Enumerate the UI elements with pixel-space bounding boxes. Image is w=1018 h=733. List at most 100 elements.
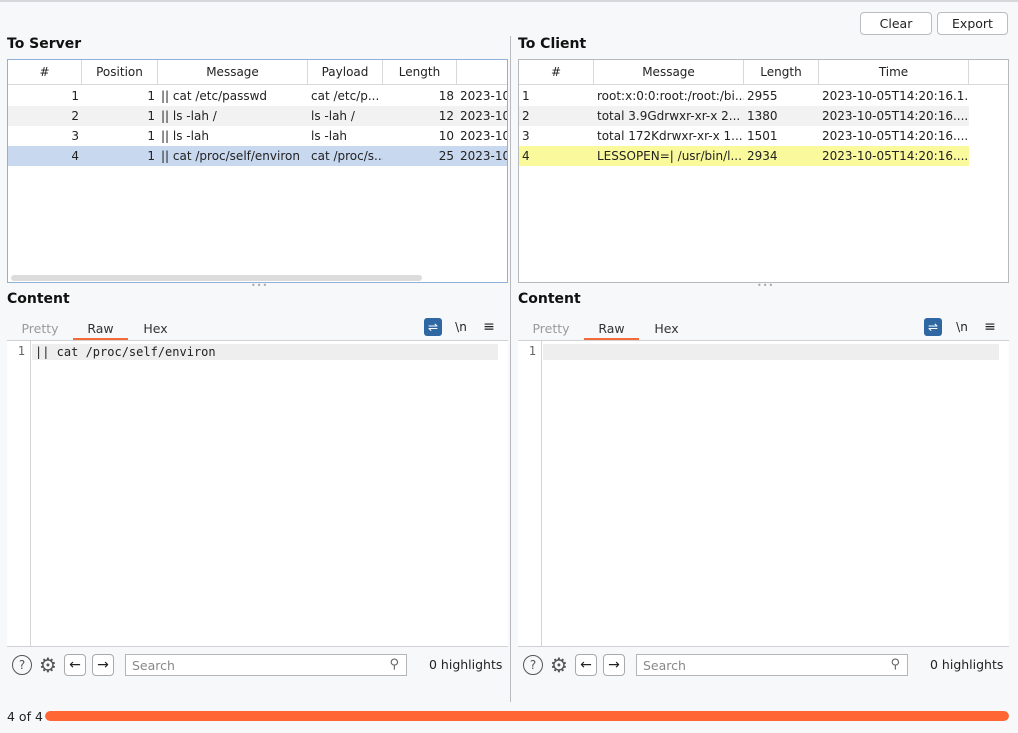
col-num[interactable]: # (8, 60, 82, 85)
tab-hex[interactable]: Hex (128, 318, 183, 340)
progress-label: 4 of 4 (7, 709, 43, 724)
col-length[interactable]: Length (383, 60, 457, 85)
clear-button[interactable]: Clear (860, 12, 932, 35)
cell-position: 1 (147, 129, 155, 143)
table-row-highlighted[interactable]: 4 LESSOPEN=| /usr/bin/l... 2934 2023-10-… (519, 146, 969, 166)
cell-num: 4 (522, 149, 530, 163)
highlights-count: 0 highlights (930, 657, 1004, 672)
cell-num: 1 (71, 89, 79, 103)
left-content-title: Content (7, 291, 70, 307)
newline-toggle[interactable]: \n (953, 318, 971, 336)
previous-arrow-icon[interactable]: ← (575, 654, 597, 676)
gear-icon[interactable]: ⚙ (548, 653, 570, 677)
current-line-highlight (543, 344, 999, 360)
line-number: 1 (528, 344, 536, 358)
splitter-grip[interactable]: ••• (251, 281, 268, 290)
next-arrow-icon[interactable]: → (603, 654, 625, 676)
newline-toggle[interactable]: \n (452, 318, 470, 336)
cell-time: 2023-10-05T14:20:16.... (822, 149, 969, 163)
left-search-field[interactable]: ⚲ (125, 654, 407, 676)
search-input[interactable] (132, 657, 372, 673)
editor-bottom-divider (7, 646, 508, 647)
table-row-selected[interactable]: 4 1 || cat /proc/self/environ cat /proc/… (8, 146, 508, 166)
previous-arrow-icon[interactable]: ← (64, 654, 86, 676)
to-server-table[interactable]: # Position Message Payload Length 1 1 ||… (7, 59, 508, 283)
gear-icon[interactable]: ⚙ (37, 653, 59, 677)
cell-num: 2 (71, 109, 79, 123)
search-icon[interactable]: ⚲ (890, 657, 900, 672)
progress-bar-fill (45, 711, 1009, 721)
cell-time: 2023-10-05T14:20:16.... (822, 129, 969, 143)
help-icon[interactable]: ? (523, 655, 543, 675)
left-search-bar: ? ⚙ ← → (12, 650, 114, 680)
col-time[interactable] (457, 60, 507, 85)
left-editor[interactable]: 1 || cat /proc/self/environ (7, 341, 508, 646)
col-time[interactable]: Time (819, 60, 969, 85)
wrap-lines-icon[interactable]: ⇌ (424, 318, 442, 336)
col-position[interactable]: Position (82, 60, 158, 85)
cell-length: 18 (438, 89, 454, 103)
table-row[interactable]: 1 root:x:0:0:root:/root:/bi... 2955 2023… (519, 86, 969, 106)
right-search-field[interactable]: ⚲ (636, 654, 908, 676)
cell-message: || cat /etc/passwd (161, 89, 268, 103)
cell-position: 1 (147, 89, 155, 103)
code-text[interactable]: || cat /proc/self/environ (35, 344, 216, 360)
to-client-title: To Client (518, 36, 587, 52)
cell-message: total 3.9Gdrwxr-xr-x 2... (597, 109, 741, 123)
tab-raw[interactable]: Raw (73, 318, 128, 340)
col-payload[interactable]: Payload (308, 60, 383, 85)
horizontal-scrollbar[interactable] (11, 275, 422, 281)
tab-hex[interactable]: Hex (639, 318, 694, 340)
col-num[interactable]: # (519, 60, 594, 85)
export-button[interactable]: Export (937, 12, 1008, 35)
table-row[interactable]: 2 1 || ls -lah / ls -lah / 12 2023-10 (8, 106, 508, 126)
col-message[interactable]: Message (594, 60, 744, 85)
left-content-tabs: Pretty Raw Hex (7, 318, 183, 340)
cell-length: 1501 (747, 129, 778, 143)
cell-num: 4 (71, 149, 79, 163)
cell-position: 1 (147, 109, 155, 123)
search-input[interactable] (643, 657, 883, 673)
progress-bar (45, 711, 1009, 721)
help-icon[interactable]: ? (12, 655, 32, 675)
cell-payload: ls -lah (311, 129, 348, 143)
col-length[interactable]: Length (744, 60, 819, 85)
cell-message: || ls -lah (161, 129, 209, 143)
editor-bottom-divider (518, 646, 1009, 647)
tab-pretty[interactable]: Pretty (518, 318, 584, 340)
col-message[interactable]: Message (158, 60, 308, 85)
vertical-splitter[interactable] (510, 36, 511, 702)
to-client-table[interactable]: # Message Length Time 1 root:x:0:0:root:… (518, 59, 1009, 283)
table-row[interactable]: 2 total 3.9Gdrwxr-xr-x 2... 1380 2023-10… (519, 106, 969, 126)
cell-time: 2023-10-05T14:20:16.... (822, 109, 969, 123)
cell-time: 2023-10 (460, 129, 508, 143)
cell-time: 2023-10 (460, 109, 508, 123)
table-row[interactable]: 1 1 || cat /etc/passwd cat /etc/p... 18 … (8, 86, 508, 106)
wrap-lines-icon[interactable]: ⇌ (924, 318, 942, 336)
cell-time: 2023-10 (460, 149, 508, 163)
cell-time: 2023-10 (460, 89, 508, 103)
cell-length: 10 (438, 129, 454, 143)
next-arrow-icon[interactable]: → (92, 654, 114, 676)
table-row[interactable]: 3 total 172Kdrwxr-xr-x 1... 1501 2023-10… (519, 126, 969, 146)
splitter-grip[interactable]: ••• (757, 281, 774, 290)
table-row[interactable]: 3 1 || ls -lah ls -lah 10 2023-10 (8, 126, 508, 146)
menu-icon[interactable]: ≡ (981, 318, 999, 336)
tab-raw[interactable]: Raw (584, 318, 639, 340)
right-content-tabs: Pretty Raw Hex (518, 318, 694, 340)
top-toolbar: Clear Export (0, 2, 1018, 36)
menu-icon[interactable]: ≡ (480, 318, 498, 336)
cell-message: || ls -lah / (161, 109, 217, 123)
tab-pretty[interactable]: Pretty (7, 318, 73, 340)
to-server-title: To Server (7, 36, 82, 52)
right-editor[interactable]: 1 (518, 341, 1009, 646)
cell-message: root:x:0:0:root:/root:/bi... (597, 89, 744, 103)
search-icon[interactable]: ⚲ (389, 657, 399, 672)
cell-length: 2934 (747, 149, 778, 163)
cell-message: LESSOPEN=| /usr/bin/l... (597, 149, 742, 163)
cell-num: 1 (522, 89, 530, 103)
cell-time: 2023-10-05T14:20:16.1... (822, 89, 969, 103)
cell-payload: cat /etc/p... (311, 89, 380, 103)
cell-message: || cat /proc/self/environ (161, 149, 300, 163)
cell-num: 3 (522, 129, 530, 143)
